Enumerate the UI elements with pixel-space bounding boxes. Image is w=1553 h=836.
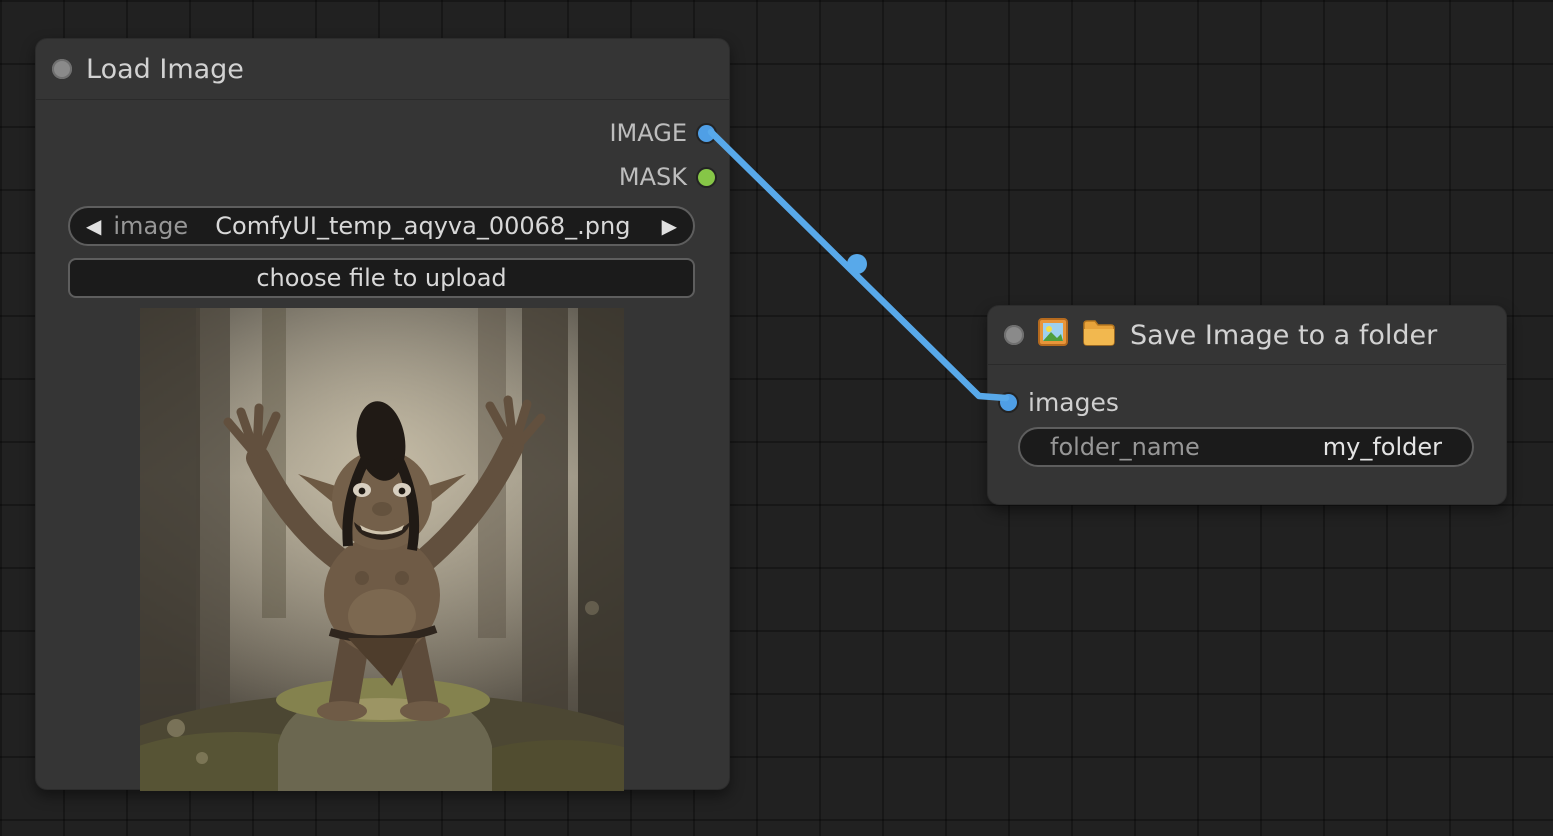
input-row-images: images (1000, 388, 1119, 417)
image-preview (140, 308, 624, 791)
load-image-node[interactable]: Load Image IMAGE MASK ◀ image ComfyUI_te… (35, 38, 730, 790)
image-combo-name: image (113, 212, 188, 240)
link-image-to-images[interactable] (711, 132, 1006, 398)
input-label-images: images (1028, 388, 1119, 417)
save-image-node-header[interactable]: Save Image to a folder (988, 306, 1506, 365)
collapse-dot-icon[interactable] (1004, 325, 1024, 345)
node-graph-canvas[interactable]: Load Image IMAGE MASK ◀ image ComfyUI_te… (0, 0, 1553, 836)
images-input-slot[interactable] (1000, 394, 1017, 411)
load-image-node-header[interactable]: Load Image (36, 39, 729, 100)
output-row-mask: MASK (619, 163, 715, 191)
troll-forest-illustration (140, 308, 624, 791)
output-row-image: IMAGE (609, 119, 715, 147)
picture-icon (1038, 318, 1068, 353)
node-title: Save Image to a folder (1130, 320, 1437, 351)
folder-name-value: my_folder (1323, 433, 1442, 461)
link-midpoint-dot[interactable] (847, 254, 867, 274)
node-title: Load Image (86, 54, 244, 85)
image-combo-widget[interactable]: ◀ image ComfyUI_temp_aqyva_00068_.png ▶ (68, 206, 695, 246)
output-label-image: IMAGE (609, 119, 687, 147)
folder-name-widget[interactable]: folder_name my_folder (1018, 427, 1474, 467)
folder-icon (1082, 318, 1116, 353)
choose-file-button[interactable]: choose file to upload (68, 258, 695, 298)
folder-name-label: folder_name (1050, 433, 1200, 461)
next-image-arrow-icon[interactable]: ▶ (658, 214, 681, 238)
image-output-slot[interactable] (698, 125, 715, 142)
save-image-node[interactable]: Save Image to a folder images folder_nam… (987, 305, 1507, 505)
prev-image-arrow-icon[interactable]: ◀ (82, 214, 105, 238)
mask-output-slot[interactable] (698, 169, 715, 186)
image-combo-value: ComfyUI_temp_aqyva_00068_.png (188, 212, 657, 240)
output-label-mask: MASK (619, 163, 687, 191)
collapse-dot-icon[interactable] (52, 59, 72, 79)
